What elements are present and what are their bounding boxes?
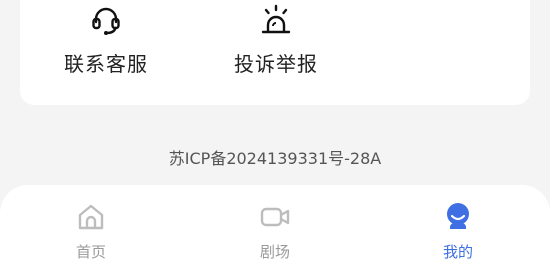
- tab-mine[interactable]: 我的: [403, 201, 513, 262]
- tab-home-label: 首页: [75, 243, 106, 261]
- tab-mine-label: 我的: [442, 243, 473, 261]
- tab-theater[interactable]: 剧场: [220, 201, 330, 262]
- headset-icon: [92, 7, 120, 35]
- icp-license-text: 苏ICP备2024139331号-28A: [168, 149, 382, 168]
- contact-service-button[interactable]: 联系客服: [46, 4, 166, 84]
- alarm-light-icon: [261, 4, 291, 34]
- service-card: 联系客服 投诉举报: [20, 0, 530, 105]
- bottom-tab-bar: 首页 剧场 我的: [0, 185, 550, 275]
- profile-icon: [447, 203, 469, 229]
- contact-service-label: 联系客服: [64, 52, 148, 76]
- tab-home[interactable]: 首页: [36, 201, 146, 262]
- home-icon: [78, 204, 104, 230]
- video-camera-icon: [260, 207, 290, 227]
- tab-theater-label: 剧场: [259, 243, 290, 261]
- report-complaint-label: 投诉举报: [234, 52, 318, 76]
- report-complaint-button[interactable]: 投诉举报: [216, 4, 336, 84]
